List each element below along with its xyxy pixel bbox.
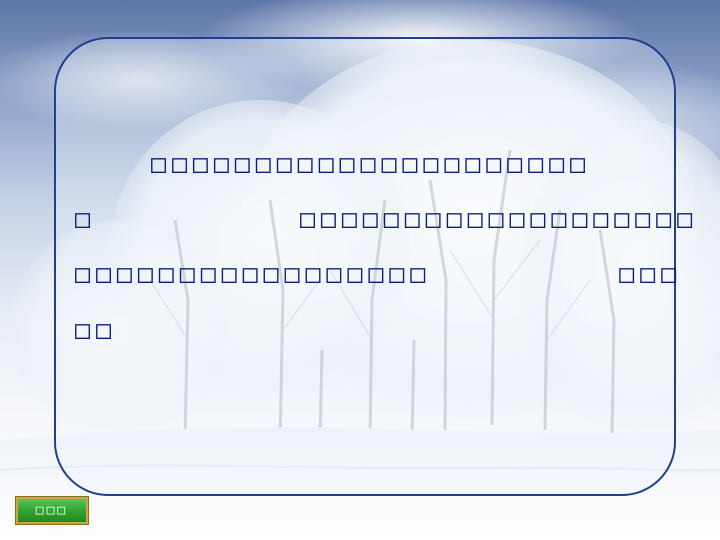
text-line-3-end: □□□ <box>619 259 683 288</box>
slide: □□□□□□□□□□□□□□□□□□□□□ □ □□□□□□□□□□□□□□□□□… <box>0 0 720 540</box>
nav-button[interactable]: □□□ <box>15 496 89 525</box>
text-line-2-start: □ <box>75 204 96 233</box>
text-line-3-start: □□□□□□□□□□□□□□□□□ <box>75 259 432 288</box>
text-line-2: □ □□□□□□□□□□□□□□□□□□□ <box>0 199 698 239</box>
text-line-3: □□□□□□□□□□□□□□□□□ □□□ <box>0 254 682 294</box>
text-line-4: □□ <box>75 315 117 344</box>
text-line-2-rest: □□□□□□□□□□□□□□□□□□□ <box>299 204 699 233</box>
text-line-1: □□□□□□□□□□□□□□□□□□□□□ <box>151 149 591 178</box>
